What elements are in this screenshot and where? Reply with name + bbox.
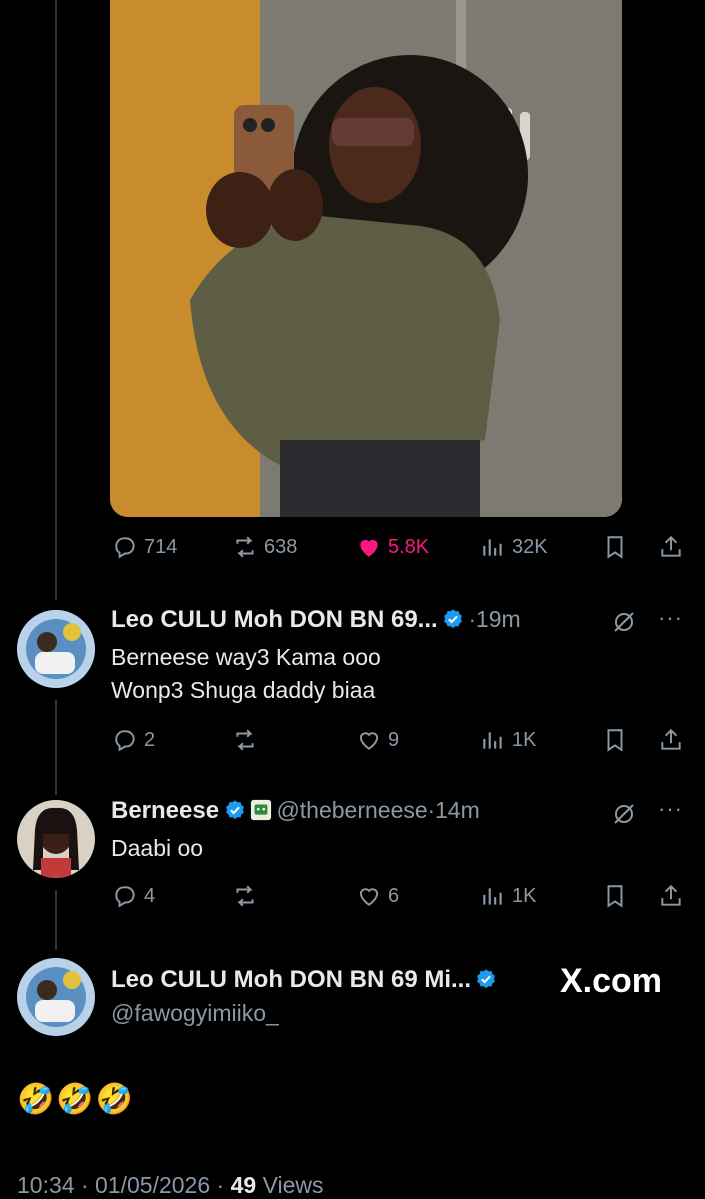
repost-button[interactable] xyxy=(232,727,258,753)
post-views-count: 49 xyxy=(230,1172,257,1198)
reply-actions: 4 6 1K xyxy=(112,881,687,911)
repost-icon xyxy=(236,885,254,907)
main-post-actions: 714 638 5.8K 32K xyxy=(112,532,687,562)
reply-text-line: Daabi oo xyxy=(111,835,204,861)
share-button[interactable] xyxy=(658,727,684,753)
heart-icon xyxy=(359,888,379,906)
reply-icon xyxy=(115,730,135,752)
avatar[interactable] xyxy=(17,610,95,688)
views-count: 1K xyxy=(512,728,537,751)
post-photo[interactable] xyxy=(110,0,622,517)
verified-icon xyxy=(225,800,244,820)
verified-icon xyxy=(444,609,463,629)
repost-icon xyxy=(236,536,254,558)
thread-line xyxy=(55,0,57,600)
like-button[interactable]: 5.8K xyxy=(356,534,429,560)
post-meta: 10:34 · 01/05/2026 · 49 Views xyxy=(17,1172,324,1199)
reply-text: Berneese way3 Kama ooo Wonp3 Shuga daddy… xyxy=(111,641,381,707)
time-separator: · xyxy=(468,607,476,632)
thread-line xyxy=(55,700,57,795)
post-views-label: Views xyxy=(262,1172,324,1198)
like-count: 5.8K xyxy=(388,535,430,558)
reply-text-line: Berneese way3 Kama ooo xyxy=(111,644,381,670)
reply-count: 714 xyxy=(144,535,178,558)
post-time: 10:34 xyxy=(17,1172,75,1198)
reply-time[interactable]: 19m xyxy=(476,606,521,632)
post-handle[interactable]: @fawogyimiiko_ xyxy=(111,1000,279,1027)
more-icon[interactable]: ··· xyxy=(658,796,683,822)
reply-count: 2 xyxy=(144,728,156,751)
meta-separator: · xyxy=(80,1172,89,1198)
avatar-image xyxy=(17,800,95,878)
post-text: 🤣🤣🤣 xyxy=(17,1083,136,1116)
reply-header: Berneese @theberneese·14m xyxy=(111,797,611,825)
post-author-name[interactable]: Leo CULU Moh DON BN 69 Mi... xyxy=(111,966,471,993)
share-button[interactable] xyxy=(658,534,684,560)
meta-separator: · xyxy=(216,1172,225,1198)
avatar-image xyxy=(17,610,95,688)
share-button[interactable] xyxy=(658,883,684,909)
views-count: 32K xyxy=(512,535,548,558)
more-icon[interactable]: ··· xyxy=(658,605,683,631)
reply-button[interactable]: 714 xyxy=(112,534,177,560)
heart-icon xyxy=(360,539,378,557)
reply-handle[interactable]: @theberneese xyxy=(276,797,427,823)
grok-icon[interactable] xyxy=(612,802,636,826)
reply-actions: 2 9 1K xyxy=(112,725,687,755)
repost-button[interactable]: 638 xyxy=(232,534,297,560)
avatar[interactable] xyxy=(17,800,95,878)
views-button[interactable]: 1K xyxy=(480,883,536,909)
bookmark-button[interactable] xyxy=(602,883,628,909)
time-separator: · xyxy=(427,798,435,823)
like-button[interactable]: 6 xyxy=(356,883,399,909)
reply-author-name[interactable]: Berneese xyxy=(111,797,219,824)
like-button[interactable]: 9 xyxy=(356,727,399,753)
bookmark-icon xyxy=(607,885,623,908)
views-count: 1K xyxy=(512,884,537,907)
thread-line xyxy=(55,890,57,950)
x-com-watermark: X.com xyxy=(560,962,663,1000)
views-icon xyxy=(483,539,502,556)
post-date: 01/05/2026 xyxy=(95,1172,211,1198)
bookmark-icon xyxy=(607,536,623,559)
views-button[interactable]: 1K xyxy=(480,727,536,753)
share-icon xyxy=(661,884,681,906)
bookmark-icon xyxy=(607,729,623,752)
post-header: Leo CULU Moh DON BN 69 Mi... xyxy=(111,966,497,994)
reply-button[interactable]: 2 xyxy=(112,727,155,753)
photo-illustration xyxy=(110,0,622,517)
reply-count: 4 xyxy=(144,884,156,907)
bookmark-button[interactable] xyxy=(602,727,628,753)
reply-icon xyxy=(115,886,135,908)
like-count: 9 xyxy=(388,728,400,751)
heart-icon xyxy=(359,732,379,750)
grok-icon[interactable] xyxy=(612,610,636,634)
repost-button[interactable] xyxy=(232,883,258,909)
reply-author-name[interactable]: Leo CULU Moh DON BN 69... xyxy=(111,606,438,633)
reply-time[interactable]: 14m xyxy=(435,797,480,823)
repost-icon xyxy=(236,729,254,751)
share-icon xyxy=(661,728,681,750)
reply-text: Daabi oo xyxy=(111,832,203,865)
affiliate-badge-icon xyxy=(250,799,272,821)
views-icon xyxy=(483,732,502,749)
bookmark-button[interactable] xyxy=(602,534,628,560)
views-button[interactable]: 32K xyxy=(480,534,548,560)
like-count: 6 xyxy=(388,884,400,907)
views-icon xyxy=(483,888,502,905)
share-icon xyxy=(661,535,681,557)
verified-icon xyxy=(477,969,496,989)
reply-button[interactable]: 4 xyxy=(112,883,155,909)
repost-count: 638 xyxy=(264,535,298,558)
reply-icon xyxy=(115,537,135,559)
reply-header: Leo CULU Moh DON BN 69... ·19m xyxy=(111,606,631,634)
avatar[interactable] xyxy=(17,958,95,1036)
reply-text-line: Wonp3 Shuga daddy biaa xyxy=(111,677,376,703)
avatar-image xyxy=(17,958,95,1036)
